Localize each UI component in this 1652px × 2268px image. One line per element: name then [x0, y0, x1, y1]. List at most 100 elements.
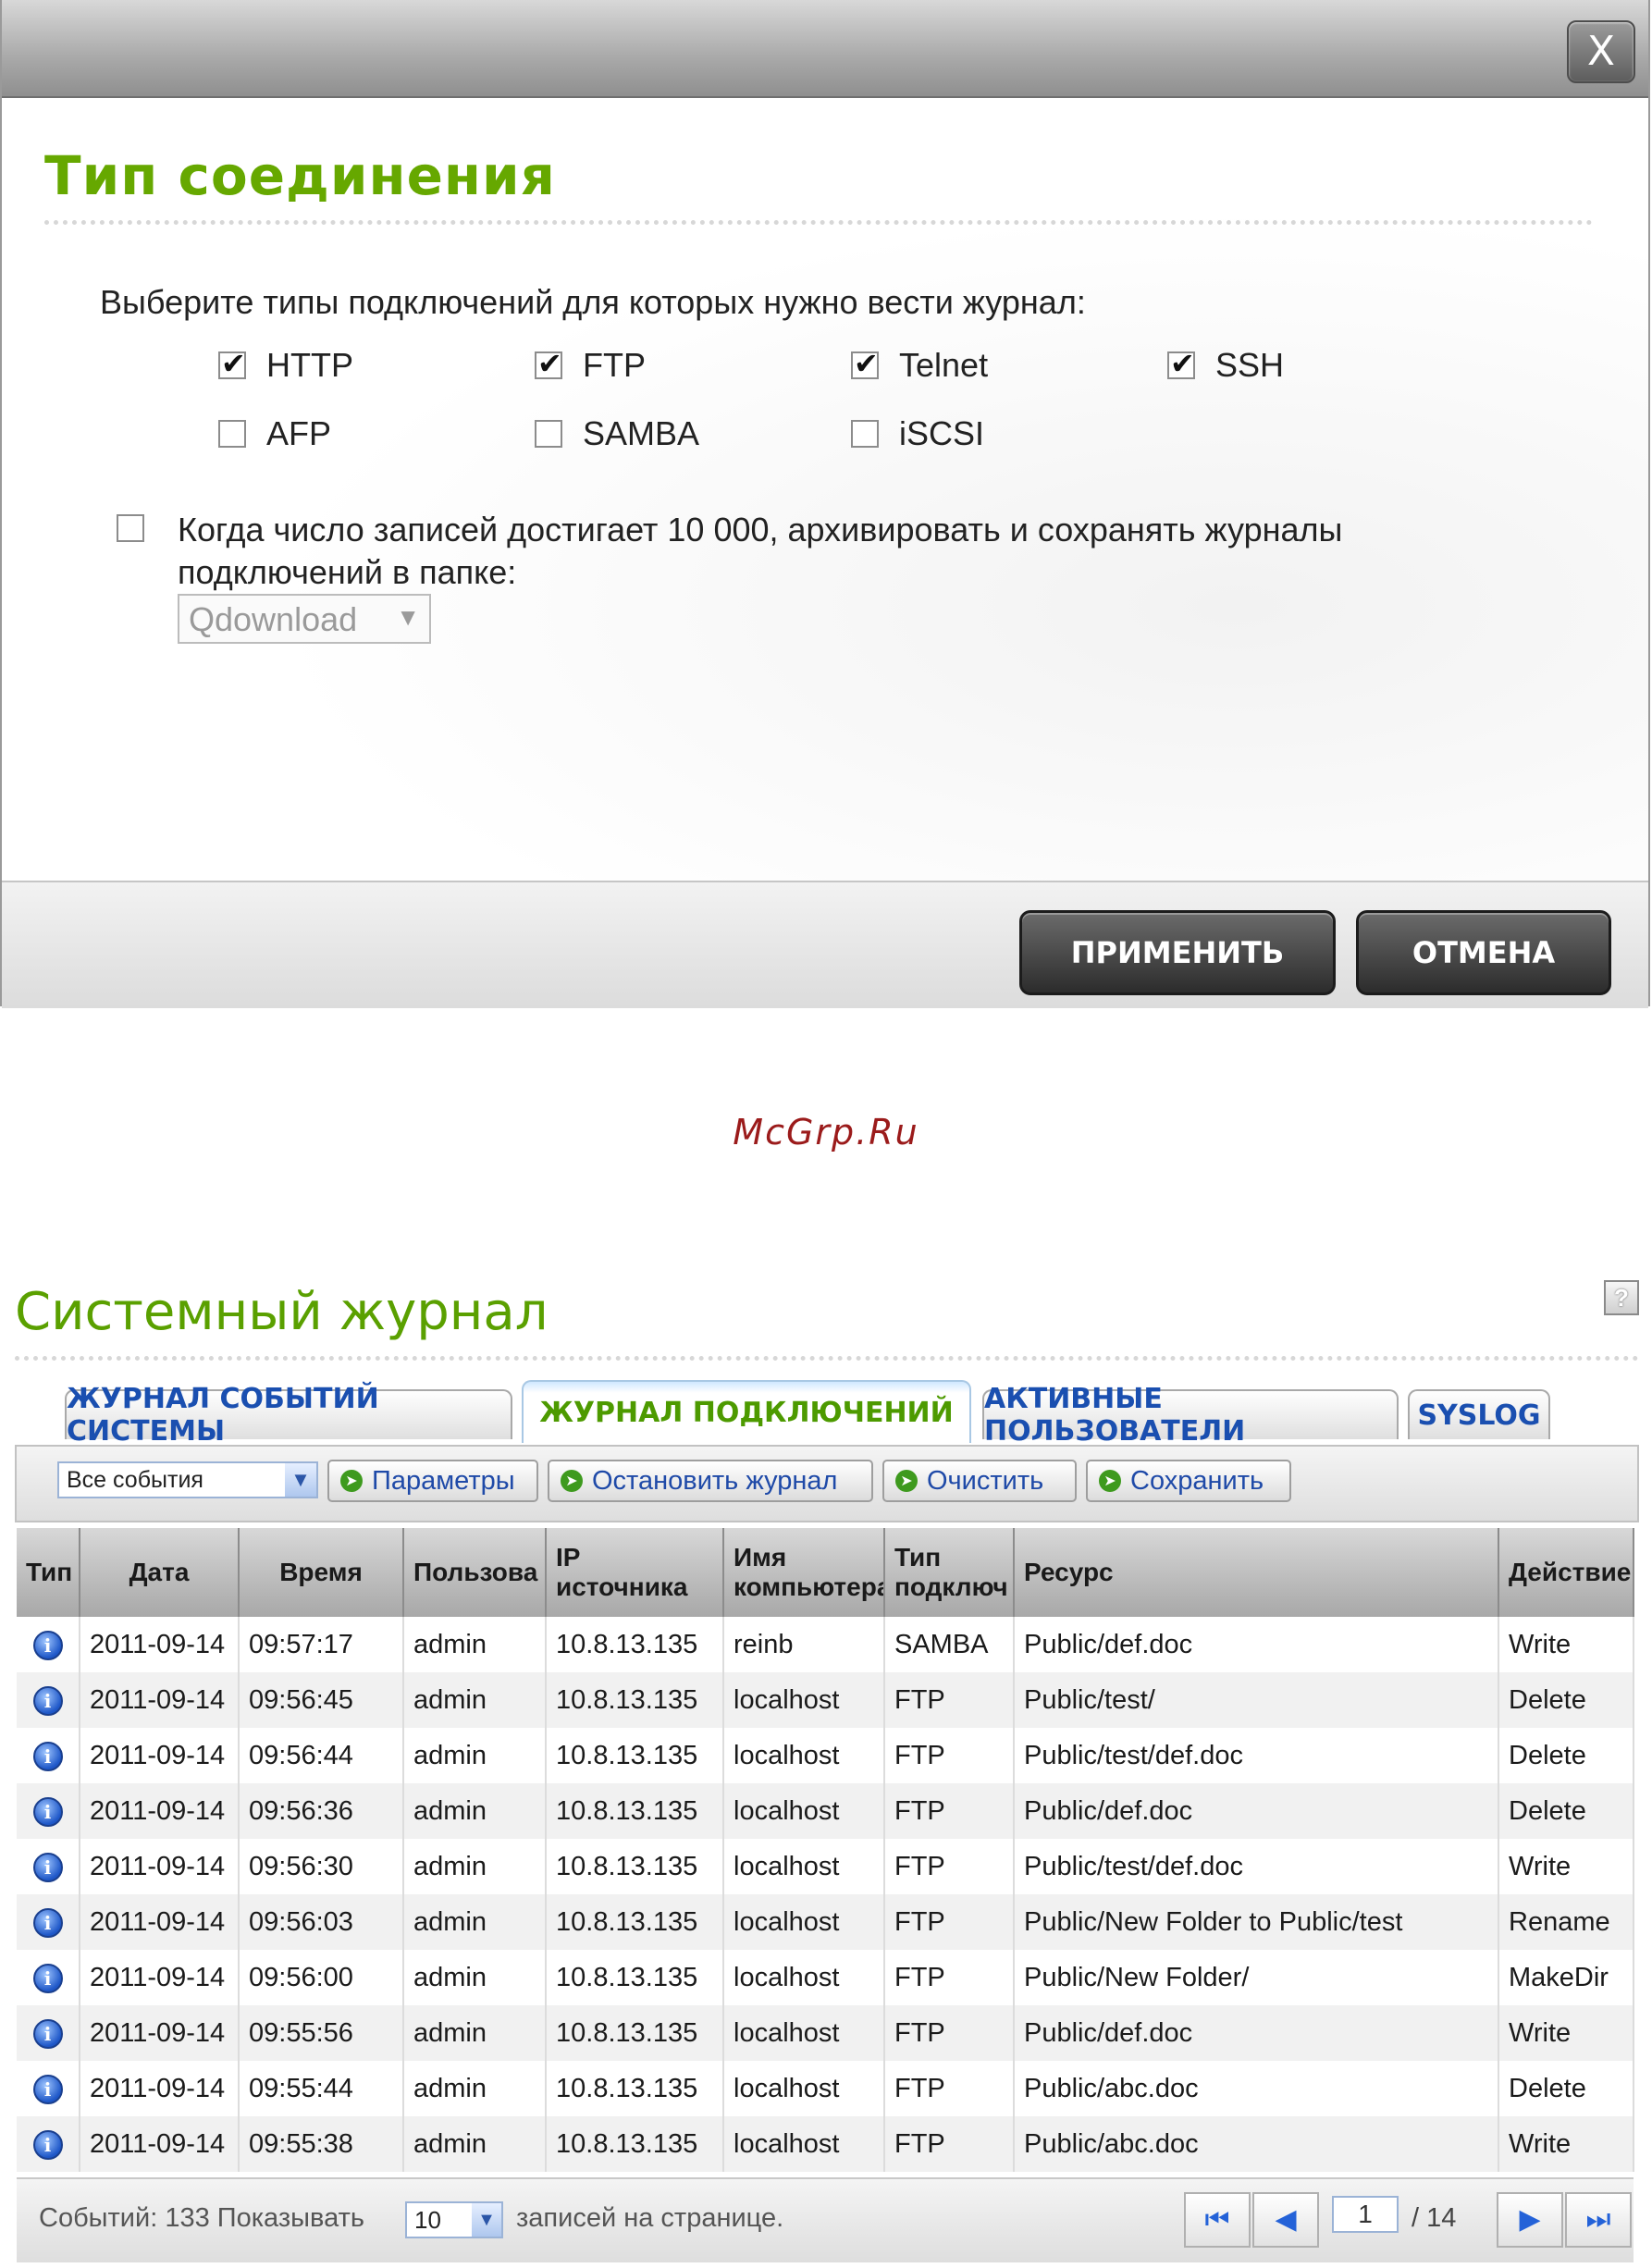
row-type-cell: i: [17, 2116, 80, 2172]
checkbox-ssh-box[interactable]: [1167, 346, 1195, 381]
row-host-cell: localhost: [723, 1839, 885, 1894]
event-filter-select[interactable]: Все события ▼: [57, 1461, 318, 1498]
row-conn-cell: SAMBA: [884, 1617, 1015, 1672]
go-arrow-icon: ➤: [340, 1470, 363, 1492]
table-row[interactable]: i 2011-09-14 09:56:44 admin 10.8.13.135 local…: [17, 1728, 1634, 1783]
row-ip-cell: 10.8.13.135: [546, 1839, 724, 1894]
col-source-ip[interactable]: IP источника: [546, 1528, 724, 1617]
info-icon: i: [32, 2130, 63, 2160]
row-conn-cell: FTP: [884, 2116, 1015, 2172]
chevron-down-icon: ▼: [285, 1463, 316, 1497]
row-time-cell: 09:56:30: [239, 1839, 404, 1894]
table-row[interactable]: i 2011-09-14 09:56:30 admin 10.8.13.135 local…: [17, 1839, 1634, 1894]
help-icon[interactable]: ?: [1604, 1280, 1639, 1315]
table-row[interactable]: i 2011-09-14 09:56:00 admin 10.8.13.135 local…: [17, 1950, 1634, 2005]
col-action[interactable]: Действие: [1498, 1528, 1634, 1617]
apply-button[interactable]: ПРИМЕНИТЬ: [1019, 910, 1336, 995]
checkbox-samba[interactable]: SAMBA: [535, 414, 699, 453]
col-user[interactable]: Пользова: [403, 1528, 547, 1617]
row-type-cell: i: [17, 2061, 80, 2116]
row-resource-cell: Public/test/def.doc: [1014, 1728, 1499, 1783]
row-resource-cell: Public/New Folder to Public/test: [1014, 1894, 1499, 1950]
col-connection-type[interactable]: Тип подключ: [884, 1528, 1015, 1617]
archive-checkbox[interactable]: [117, 514, 165, 542]
row-host-cell: reinb: [723, 1617, 885, 1672]
checkbox-telnet[interactable]: Telnet: [851, 346, 988, 385]
checkbox-iscsi[interactable]: iSCSI: [851, 414, 984, 453]
row-resource-cell: Public/abc.doc: [1014, 2116, 1499, 2172]
checkbox-ftp[interactable]: FTP: [535, 346, 646, 385]
next-page-icon: ▶: [1519, 2203, 1541, 2236]
prev-page-icon: ◀: [1275, 2203, 1297, 2236]
row-action-cell: Delete: [1498, 2061, 1634, 2116]
row-date-cell: 2011-09-14: [80, 1728, 240, 1783]
checkbox-afp[interactable]: AFP: [218, 414, 331, 453]
table-row[interactable]: i 2011-09-14 09:55:44 admin 10.8.13.135 local…: [17, 2061, 1634, 2116]
table-row[interactable]: i 2011-09-14 09:56:36 admin 10.8.13.135 local…: [17, 1783, 1634, 1839]
parameters-button[interactable]: ➤ Параметры: [327, 1460, 538, 1502]
tab-system-events[interactable]: ЖУРНАЛ СОБЫТИЙ СИСТЕМЫ: [65, 1383, 512, 1448]
row-user-cell: admin: [403, 2116, 547, 2172]
checkbox-http-box[interactable]: [218, 346, 246, 381]
per-page-select[interactable]: 10 ▼: [405, 2201, 503, 2238]
row-action-cell: Write: [1498, 2005, 1634, 2061]
last-page-button[interactable]: ⏭: [1565, 2192, 1632, 2248]
tab-syslog[interactable]: SYSLOG: [1408, 1389, 1550, 1439]
table-row[interactable]: i 2011-09-14 09:57:17 admin 10.8.13.135 reinb…: [17, 1617, 1634, 1672]
table-row[interactable]: i 2011-09-14 09:56:03 admin 10.8.13.135 local…: [17, 1894, 1634, 1950]
log-toolbar: Все события ▼ ➤ Параметры ➤ Остановить жур…: [15, 1445, 1639, 1522]
panel-title-divider: [15, 1356, 1639, 1361]
row-time-cell: 09:56:03: [239, 1894, 404, 1950]
table-row[interactable]: i 2011-09-14 09:55:56 admin 10.8.13.135 local…: [17, 2005, 1634, 2061]
checkbox-afp-label: AFP: [266, 414, 332, 452]
stop-log-button[interactable]: ➤ Остановить журнал: [548, 1460, 873, 1502]
row-conn-cell: FTP: [884, 1950, 1015, 2005]
col-type[interactable]: Тип: [17, 1528, 80, 1617]
row-date-cell: 2011-09-14: [80, 1617, 240, 1672]
tab-connection-log[interactable]: ЖУРНАЛ ПОДКЛЮЧЕНИЙ: [522, 1380, 971, 1443]
checkbox-iscsi-box[interactable]: [851, 420, 879, 448]
folder-select-value: Qdownload: [189, 600, 358, 638]
row-user-cell: admin: [403, 1839, 547, 1894]
table-row[interactable]: i 2011-09-14 09:56:45 admin 10.8.13.135 local…: [17, 1672, 1634, 1728]
checkbox-samba-box[interactable]: [535, 420, 562, 448]
row-ip-cell: 10.8.13.135: [546, 1617, 724, 1672]
checkbox-afp-box[interactable]: [218, 420, 246, 448]
close-button[interactable]: X: [1567, 20, 1635, 83]
row-resource-cell: Public/def.doc: [1014, 1783, 1499, 1839]
row-ip-cell: 10.8.13.135: [546, 1894, 724, 1950]
table-row[interactable]: i 2011-09-14 09:55:38 admin 10.8.13.135 local…: [17, 2116, 1634, 2172]
clear-button[interactable]: ➤ Очистить: [882, 1460, 1077, 1502]
checkbox-ftp-box[interactable]: [535, 346, 562, 381]
prev-page-button[interactable]: ◀: [1252, 2192, 1319, 2248]
row-action-cell: Rename: [1498, 1894, 1634, 1950]
checkbox-telnet-box[interactable]: [851, 346, 879, 381]
row-resource-cell: Public/def.doc: [1014, 1617, 1499, 1672]
save-label: Сохранить: [1130, 1465, 1264, 1496]
folder-select[interactable]: Qdownload ▼: [178, 594, 431, 644]
parameters-label: Параметры: [372, 1465, 515, 1496]
col-date[interactable]: Дата: [80, 1528, 240, 1617]
connection-log-table: Тип Дата Время Пользова IP источника Имя…: [17, 1528, 1634, 2172]
row-resource-cell: Public/test/: [1014, 1672, 1499, 1728]
title-divider: [44, 220, 1593, 225]
checkbox-http[interactable]: HTTP: [218, 346, 353, 385]
checkbox-ssh[interactable]: SSH: [1167, 346, 1284, 385]
cancel-button[interactable]: ОТМЕНА: [1356, 910, 1611, 995]
row-user-cell: admin: [403, 2005, 547, 2061]
row-type-cell: i: [17, 2005, 80, 2061]
row-ip-cell: 10.8.13.135: [546, 1728, 724, 1783]
col-computer-name[interactable]: Имя компьютера: [723, 1528, 885, 1617]
page-number-input[interactable]: 1: [1332, 2196, 1399, 2233]
archive-checkbox-box[interactable]: [117, 514, 144, 542]
connection-types-prompt: Выберите типы подключений для которых ну…: [100, 283, 1086, 321]
save-button[interactable]: ➤ Сохранить: [1086, 1460, 1291, 1502]
row-ip-cell: 10.8.13.135: [546, 2061, 724, 2116]
col-resource[interactable]: Ресурс: [1014, 1528, 1499, 1617]
col-time[interactable]: Время: [239, 1528, 404, 1617]
close-icon: X: [1586, 28, 1616, 75]
tab-active-users[interactable]: АКТИВНЫЕ ПОЛЬЗОВАТЕЛИ: [982, 1383, 1399, 1448]
first-page-button[interactable]: ⏮: [1184, 2192, 1251, 2248]
row-type-cell: i: [17, 1728, 80, 1783]
next-page-button[interactable]: ▶: [1497, 2192, 1563, 2248]
